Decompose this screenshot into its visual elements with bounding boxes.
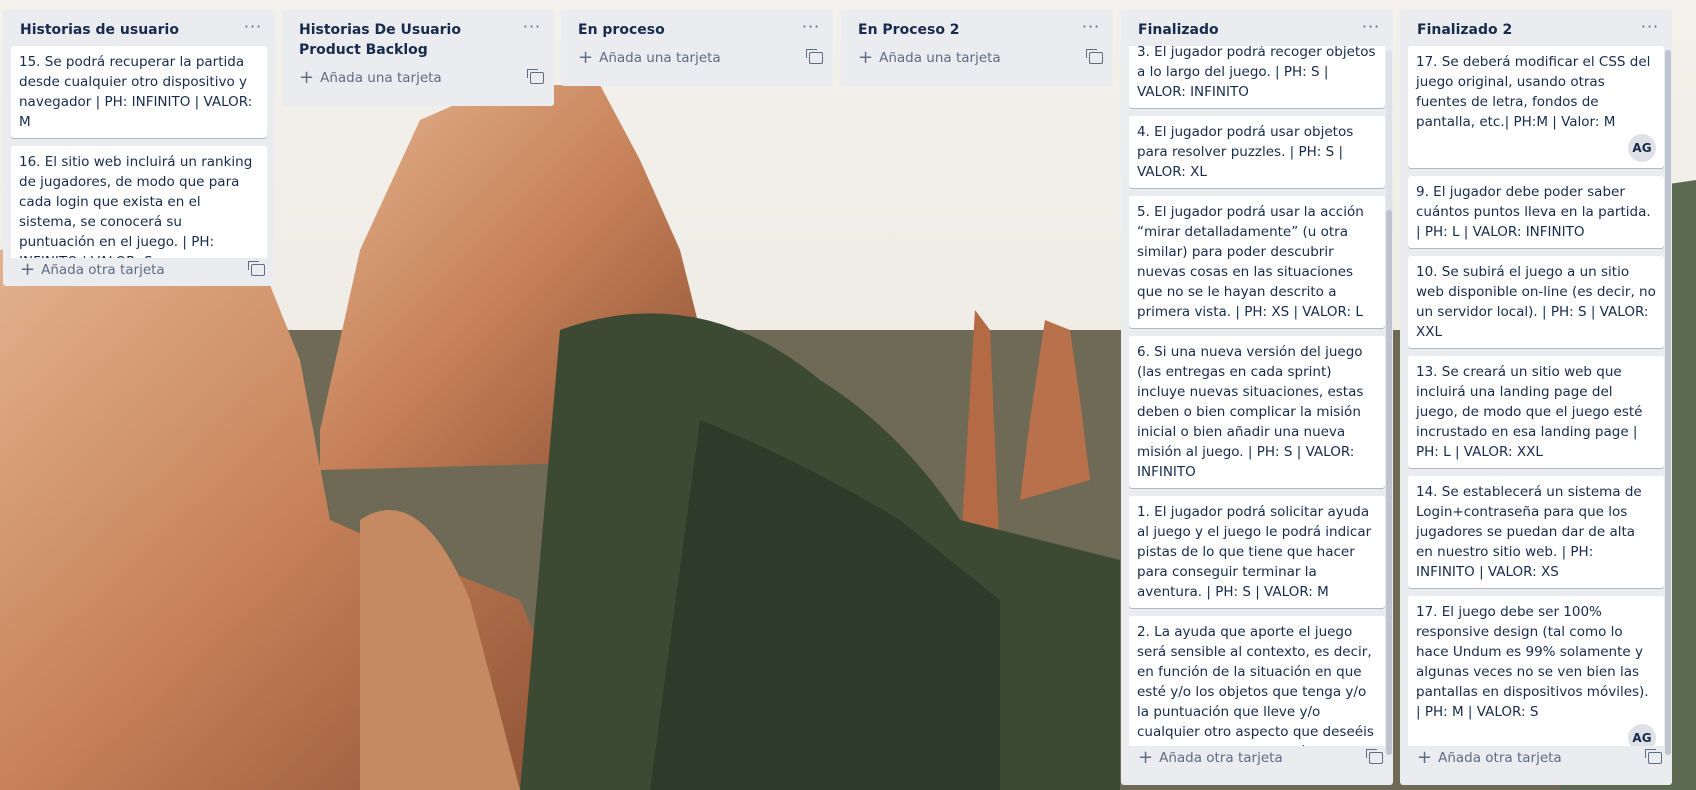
list-header: Finalizado 2 ···: [1400, 10, 1672, 46]
card[interactable]: 17. Se deberá modificar el CSS del juego…: [1408, 46, 1664, 168]
list-footer: + Añada una tarjeta: [282, 66, 554, 94]
list-title[interactable]: En Proceso 2: [858, 20, 1077, 40]
add-card-button[interactable]: + Añada una tarjeta: [858, 47, 1001, 68]
list-en-proceso: En proceso ··· + Añada una tarjeta: [561, 10, 833, 86]
add-card-label: Añada una tarjeta: [879, 50, 1001, 66]
list-menu-icon[interactable]: ···: [518, 19, 546, 40]
add-card-label: Añada una tarjeta: [320, 70, 442, 86]
card-list: 3. El jugador podrá recoger objetos a lo…: [1121, 46, 1393, 746]
add-card-button[interactable]: + Añada otra tarjeta: [1417, 747, 1562, 768]
add-card-button[interactable]: + Añada una tarjeta: [578, 47, 721, 68]
list-finalizado: Finalizado ··· 3. El jugador podrá recog…: [1121, 10, 1393, 785]
plus-icon: +: [20, 259, 36, 280]
card[interactable]: 1. El jugador podrá solicitar ayuda al j…: [1129, 496, 1385, 608]
list-header: Finalizado ···: [1121, 10, 1393, 46]
card-title: 17. El juego debe ser 100% responsive de…: [1416, 604, 1649, 720]
card[interactable]: 10. Se subirá el juego a un sitio web di…: [1408, 256, 1664, 348]
list-title[interactable]: Historias De Usuario Product Backlog: [299, 20, 518, 60]
add-card-button[interactable]: + Añada una tarjeta: [299, 67, 442, 88]
add-card-button[interactable]: + Añada otra tarjeta: [20, 259, 165, 280]
add-card-label: Añada otra tarjeta: [1438, 750, 1562, 766]
list-footer: + Añada otra tarjeta: [1400, 746, 1672, 774]
list-header: Historias De Usuario Product Backlog ···: [282, 10, 554, 66]
card[interactable]: 14. Se establecerá un sistema de Login+c…: [1408, 476, 1664, 588]
plus-icon: +: [299, 67, 315, 88]
card[interactable]: 13. Se creará un sitio web que incluirá …: [1408, 356, 1664, 468]
card-badges: AG: [1416, 722, 1656, 746]
card[interactable]: 9. El jugador debe poder saber cuántos p…: [1408, 176, 1664, 248]
list-header: En Proceso 2 ···: [841, 10, 1113, 46]
list-title[interactable]: Historias de usuario: [20, 20, 239, 40]
list-footer: + Añada otra tarjeta: [1121, 746, 1393, 774]
member-avatar[interactable]: AG: [1628, 134, 1656, 162]
list-title[interactable]: Finalizado 2: [1417, 20, 1636, 40]
card[interactable]: 16. El sitio web incluirá un ranking de …: [11, 146, 267, 258]
plus-icon: +: [578, 47, 594, 68]
card-list: 15. Se podrá recuperar la partida desde …: [3, 46, 275, 258]
list-historias-de-usuario: Historias de usuario ··· 15. Se podrá re…: [3, 10, 275, 286]
scrollbar-thumb[interactable]: [1386, 210, 1392, 755]
list-menu-icon[interactable]: ···: [239, 19, 267, 40]
card-template-icon[interactable]: [1645, 749, 1662, 764]
list-menu-icon[interactable]: ···: [1636, 19, 1664, 40]
card-title: 17. Se deberá modificar el CSS del juego…: [1416, 54, 1651, 130]
list-footer: + Añada una tarjeta: [841, 46, 1113, 74]
plus-icon: +: [1417, 747, 1433, 768]
add-card-button[interactable]: + Añada otra tarjeta: [1138, 747, 1283, 768]
add-card-label: Añada otra tarjeta: [1159, 750, 1283, 766]
scrollbar-thumb[interactable]: [1665, 50, 1671, 755]
card[interactable]: 2. La ayuda que aporte el juego será sen…: [1129, 616, 1385, 746]
list-title[interactable]: En proceso: [578, 20, 797, 40]
card-template-icon[interactable]: [806, 49, 823, 64]
list-finalizado-2: Finalizado 2 ··· 17. Se deberá modificar…: [1400, 10, 1672, 785]
list-footer: + Añada una tarjeta: [561, 46, 833, 74]
plus-icon: +: [858, 47, 874, 68]
card[interactable]: 4. El jugador podrá usar objetos para re…: [1129, 116, 1385, 188]
card[interactable]: 15. Se podrá recuperar la partida desde …: [11, 46, 267, 138]
list-header: Historias de usuario ···: [3, 10, 275, 46]
card-list: 17. Se deberá modificar el CSS del juego…: [1400, 46, 1672, 746]
card-template-icon[interactable]: [1366, 749, 1383, 764]
card[interactable]: 3. El jugador podrá recoger objetos a lo…: [1129, 46, 1385, 108]
card[interactable]: 5. El jugador podrá usar la acción “mira…: [1129, 196, 1385, 328]
card[interactable]: 17. El juego debe ser 100% responsive de…: [1408, 596, 1664, 746]
card-template-icon[interactable]: [1086, 49, 1103, 64]
add-card-label: Añada otra tarjeta: [41, 262, 165, 278]
member-avatar[interactable]: AG: [1628, 724, 1656, 746]
list-menu-icon[interactable]: ···: [1077, 19, 1105, 40]
add-card-label: Añada una tarjeta: [599, 50, 721, 66]
list-menu-icon[interactable]: ···: [797, 19, 825, 40]
card-badges: AG: [1416, 132, 1656, 162]
card-template-icon[interactable]: [527, 69, 544, 84]
list-title[interactable]: Finalizado: [1138, 20, 1357, 40]
list-menu-icon[interactable]: ···: [1357, 19, 1385, 40]
list-en-proceso-2: En Proceso 2 ··· + Añada una tarjeta: [841, 10, 1113, 86]
list-footer: + Añada otra tarjeta: [3, 258, 275, 286]
plus-icon: +: [1138, 747, 1154, 768]
list-header: En proceso ···: [561, 10, 833, 46]
card[interactable]: 6. Si una nueva versión del juego (las e…: [1129, 336, 1385, 488]
list-product-backlog: Historias De Usuario Product Backlog ···…: [282, 10, 554, 106]
card-template-icon[interactable]: [248, 261, 265, 276]
